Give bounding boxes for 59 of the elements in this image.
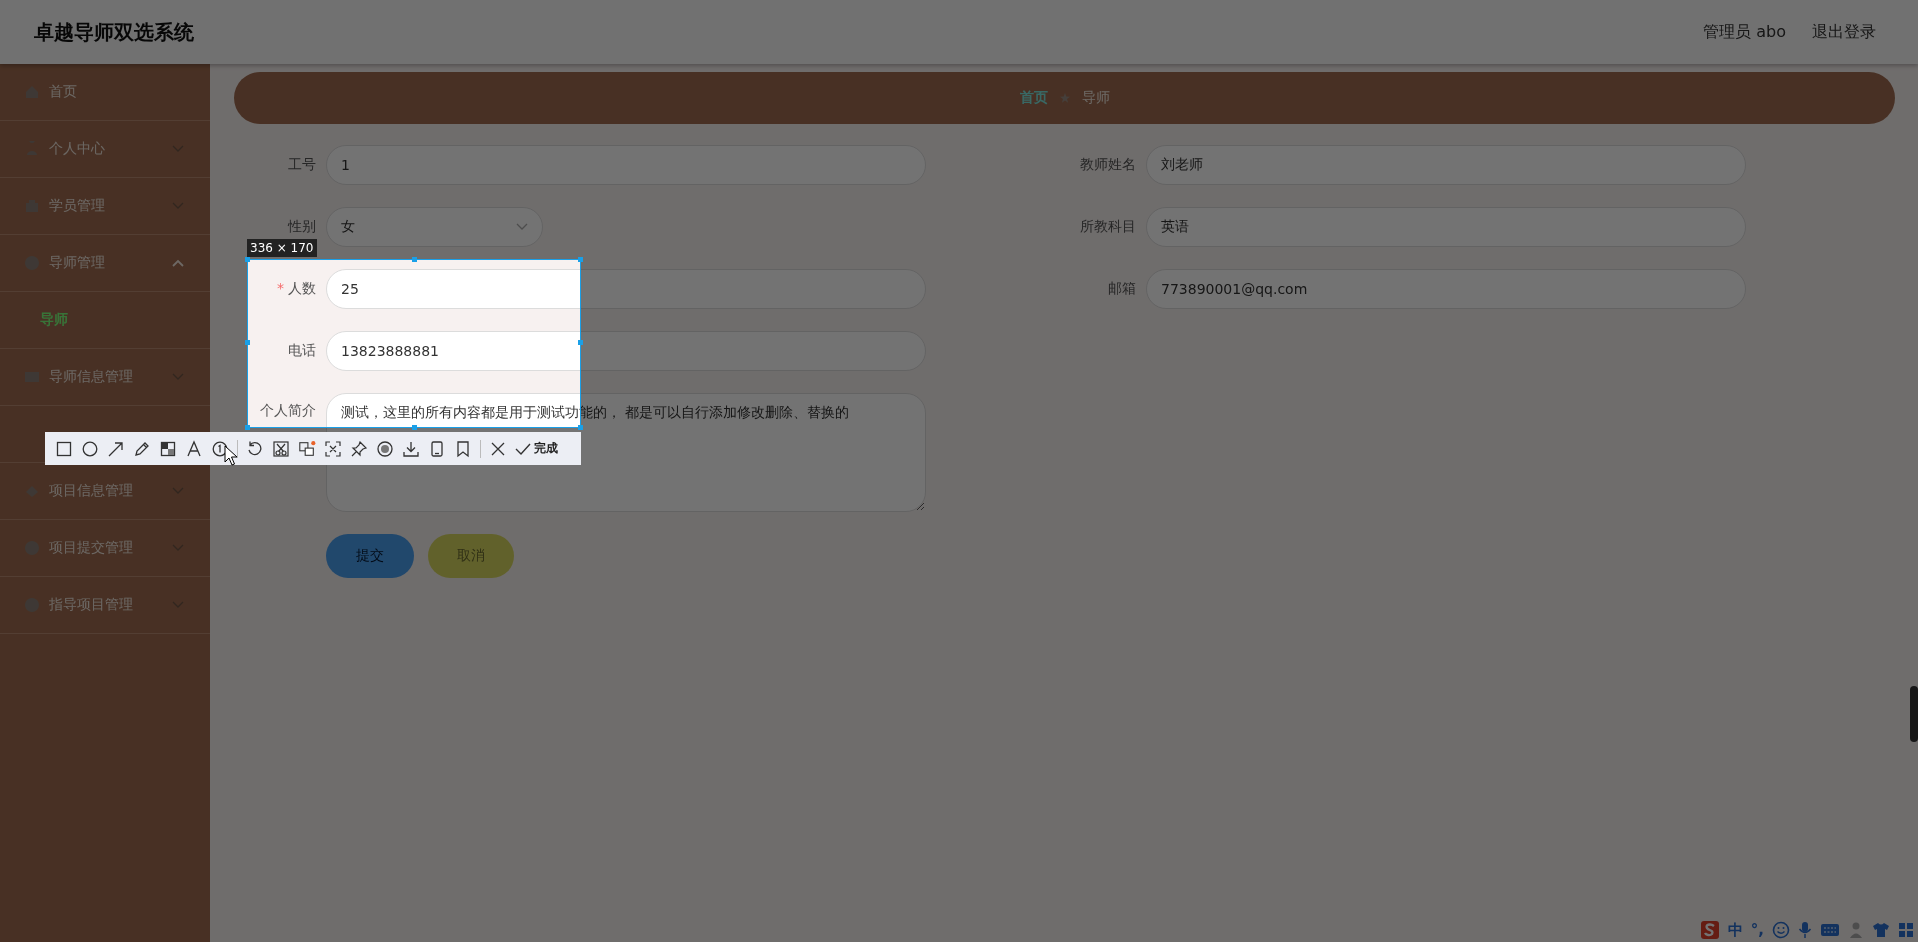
input-field[interactable]: 1	[326, 145, 926, 185]
field-label: 邮箱	[1108, 280, 1136, 298]
field-label: 个人简介	[260, 402, 316, 420]
keyboard-icon[interactable]	[1820, 923, 1840, 937]
input-field[interactable]: 13823888881	[326, 331, 926, 371]
grid-icon[interactable]	[1898, 922, 1914, 938]
scrollbar-thumb[interactable]	[1910, 686, 1918, 742]
done-button[interactable]: 完成	[515, 440, 558, 457]
text-tool-icon[interactable]	[185, 439, 203, 458]
size-label: 336 × 170	[247, 239, 317, 257]
logout-link[interactable]: 退出登录	[1812, 21, 1876, 43]
field-label: 人数	[288, 280, 316, 298]
submit-button[interactable]: 提交	[326, 534, 414, 578]
required-mark: *	[277, 280, 284, 298]
app-title: 卓越导师双选系统	[34, 18, 194, 46]
field-label: 所教科目	[1080, 218, 1136, 236]
field-label: 性别	[288, 218, 316, 236]
field-label: 电话	[288, 342, 316, 360]
mosaic-icon[interactable]	[159, 439, 177, 458]
input-field[interactable]: 英语	[1146, 207, 1746, 247]
sidebar-subitem[interactable]: 导师	[0, 292, 210, 349]
mouse-cursor-icon	[224, 445, 238, 467]
translate-icon[interactable]	[298, 439, 316, 458]
resize-handle[interactable]	[578, 340, 583, 345]
pin-icon[interactable]	[350, 439, 368, 458]
ime-logo-icon[interactable]	[1699, 920, 1720, 940]
resize-handle[interactable]	[578, 257, 583, 262]
resize-handle[interactable]	[245, 425, 250, 430]
number-marker-icon[interactable]	[211, 439, 229, 458]
resize-handle[interactable]	[412, 257, 417, 262]
select-field[interactable]: 女	[326, 207, 543, 247]
user-name: 管理员 abo	[1703, 21, 1786, 43]
resize-handle[interactable]	[578, 425, 583, 430]
ime-punctuation[interactable]: °,	[1750, 921, 1764, 939]
microphone-icon[interactable]	[1798, 921, 1812, 939]
shirt-icon[interactable]	[1872, 922, 1890, 938]
field-label: 教师姓名	[1080, 156, 1136, 174]
resize-handle[interactable]	[245, 257, 250, 262]
arrow-tool-icon[interactable]	[107, 439, 125, 458]
breadcrumb-link[interactable]: 首页	[1019, 89, 1048, 107]
undo-icon[interactable]	[246, 439, 264, 458]
resize-handle[interactable]	[412, 425, 417, 430]
ime-mode[interactable]: 中	[1727, 920, 1743, 940]
bookmark-icon[interactable]	[454, 439, 472, 458]
check-icon	[515, 441, 531, 456]
ocr-frame-icon[interactable]	[324, 439, 342, 458]
input-field[interactable]: 刘老师	[1146, 145, 1746, 185]
resize-handle[interactable]	[245, 340, 250, 345]
scissors-icon[interactable]	[272, 439, 290, 458]
phone-icon[interactable]	[428, 439, 446, 458]
record-icon[interactable]	[376, 439, 394, 458]
input-field[interactable]: 25	[326, 269, 926, 309]
download-icon[interactable]	[402, 439, 420, 458]
smiley-icon[interactable]	[1772, 921, 1790, 939]
chevron-icon	[516, 223, 528, 231]
ellipse-tool-icon[interactable]	[81, 439, 99, 458]
rectangle-tool-icon[interactable]	[55, 439, 73, 458]
input-field[interactable]: 773890001@qq.com	[1146, 269, 1746, 309]
field-label: 工号	[288, 156, 316, 174]
